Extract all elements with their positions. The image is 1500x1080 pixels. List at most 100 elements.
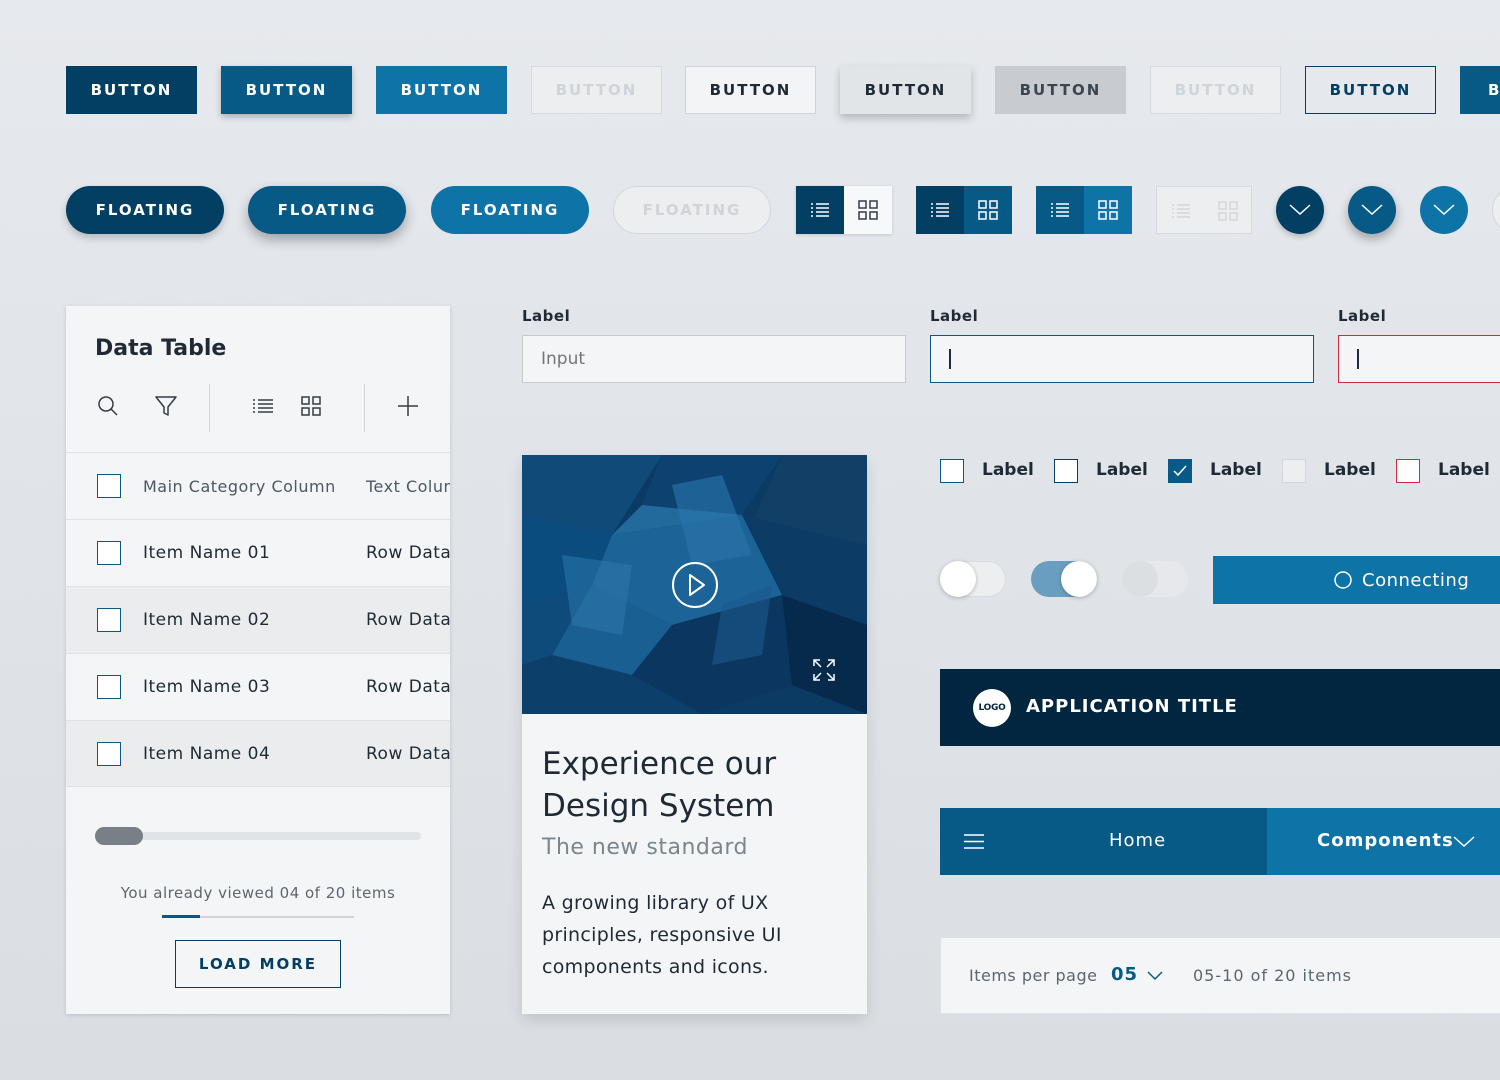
row-data: Row Data (366, 543, 450, 563)
button-white[interactable]: BUTTON (685, 66, 816, 114)
button-label: B (1488, 81, 1499, 99)
scroll-track[interactable] (95, 832, 421, 840)
expand-icon[interactable] (813, 659, 835, 681)
list-view-button[interactable] (916, 186, 964, 234)
table-row[interactable]: Item Name 02 Row Data (66, 586, 450, 653)
grid-icon (1217, 201, 1238, 221)
button-label: BUTTON (709, 81, 792, 99)
floating-label: FLOATING (642, 201, 742, 219)
connecting-label: Connecting (1362, 569, 1470, 591)
button-gray[interactable]: BUTTON (995, 66, 1126, 114)
checkbox-unchecked[interactable] (940, 459, 964, 483)
button-dark[interactable]: BUTTON (66, 66, 197, 114)
button-label: BUTTON (400, 81, 483, 99)
viewed-status: You already viewed 04 of 20 items (120, 884, 396, 902)
nav-item-components[interactable]: Components (1267, 808, 1500, 875)
table-header: Main Category Column Text Colum (66, 452, 450, 519)
checkbox-label: Label (1210, 460, 1262, 480)
plus-icon[interactable] (396, 394, 420, 418)
view-toggle-1[interactable] (796, 186, 892, 234)
circle-button-light[interactable] (1420, 186, 1468, 234)
items-per-page-label: Items per page (969, 966, 1098, 985)
circle-button-dark[interactable] (1276, 186, 1324, 234)
card-title: Experience our Design System (542, 746, 777, 824)
chevron-down-icon[interactable] (1147, 971, 1163, 981)
circle-button-mid[interactable] (1348, 186, 1396, 234)
grid-view-button[interactable] (844, 186, 892, 234)
spinner-icon (1334, 571, 1352, 589)
items-per-page-select[interactable]: 05 (1111, 964, 1138, 985)
text-input-default[interactable] (522, 335, 906, 383)
field-label: Label (522, 307, 571, 325)
chevron-down-icon (1453, 836, 1475, 848)
grid-icon[interactable] (299, 394, 323, 418)
menu-icon[interactable] (963, 833, 985, 850)
filter-icon[interactable] (154, 394, 178, 418)
button-label: BUTTON (245, 81, 328, 99)
search-icon[interactable] (96, 394, 120, 418)
list-view-button[interactable] (796, 186, 844, 234)
checkbox-checked[interactable] (1168, 459, 1192, 483)
logo[interactable]: LOGO (973, 689, 1011, 727)
button-label: BUTTON (1174, 81, 1257, 99)
button-partial[interactable]: B (1460, 66, 1500, 114)
connecting-button[interactable]: Connecting (1213, 556, 1500, 604)
button-outline[interactable]: BUTTON (1305, 66, 1436, 114)
scroll-thumb[interactable] (95, 827, 143, 845)
nav-item-home[interactable]: Home (940, 808, 1267, 875)
toggle-knob (940, 561, 976, 597)
view-toggle-3[interactable] (1036, 186, 1132, 234)
card-title: Data Table (95, 336, 227, 361)
view-toggle-2[interactable] (916, 186, 1012, 234)
text-caret (1357, 349, 1359, 369)
grid-view-button (1204, 187, 1251, 235)
chevron-down-icon (1361, 204, 1383, 216)
button-white-raised[interactable]: BUTTON (840, 66, 971, 114)
floating-button-disabled: FLOATING (613, 186, 771, 234)
row-data: Row Data (366, 744, 450, 764)
checkbox-error[interactable] (1396, 459, 1420, 483)
application-title: APPLICATION TITLE (1026, 696, 1238, 717)
chevron-down-icon (1433, 204, 1455, 216)
column-header-main[interactable]: Main Category Column (143, 477, 336, 496)
row-name: Item Name 01 (143, 543, 271, 563)
grid-view-button[interactable] (964, 186, 1012, 234)
select-all-checkbox[interactable] (97, 474, 121, 498)
list-icon[interactable] (251, 394, 275, 418)
card-description: A growing library of UX principles, resp… (542, 892, 782, 978)
column-header-text[interactable]: Text Colum (366, 477, 450, 496)
table-row[interactable]: Item Name 01 Row Data (66, 519, 450, 586)
checkbox-unchecked-dark[interactable] (1054, 459, 1078, 483)
row-checkbox[interactable] (97, 608, 121, 632)
floating-button-light[interactable]: FLOATING (431, 186, 589, 234)
divider (209, 384, 210, 432)
floating-button-mid[interactable]: FLOATING (248, 186, 406, 234)
row-checkbox[interactable] (97, 675, 121, 699)
list-view-button[interactable] (1036, 186, 1084, 234)
floating-button-dark[interactable]: FLOATING (66, 186, 224, 234)
table-row[interactable]: Item Name 04 Row Data (66, 720, 450, 787)
toggle-on[interactable] (1031, 561, 1097, 597)
toggle-off[interactable] (940, 561, 1006, 597)
toggle-disabled (1122, 561, 1188, 597)
row-checkbox[interactable] (97, 742, 121, 766)
floating-label: FLOATING (460, 201, 560, 219)
grid-view-button[interactable] (1084, 186, 1132, 234)
toggle-knob (1061, 561, 1097, 597)
text-caret (949, 349, 951, 369)
load-more-button[interactable]: LOAD MORE (175, 940, 341, 988)
text-input-focus[interactable] (930, 335, 1314, 383)
text-input-error[interactable] (1338, 335, 1500, 383)
list-icon (931, 203, 949, 217)
list-icon (1051, 203, 1069, 217)
table-row[interactable]: Item Name 03 Row Data (66, 653, 450, 720)
progress-fill (162, 915, 200, 918)
list-view-button (1157, 187, 1204, 235)
play-icon[interactable] (671, 561, 719, 609)
button-light[interactable]: BUTTON (376, 66, 507, 114)
button-mid[interactable]: BUTTON (221, 66, 352, 114)
circle-button-partial (1492, 186, 1500, 234)
list-icon (811, 203, 829, 217)
toggle-knob (1122, 561, 1158, 597)
row-checkbox[interactable] (97, 541, 121, 565)
